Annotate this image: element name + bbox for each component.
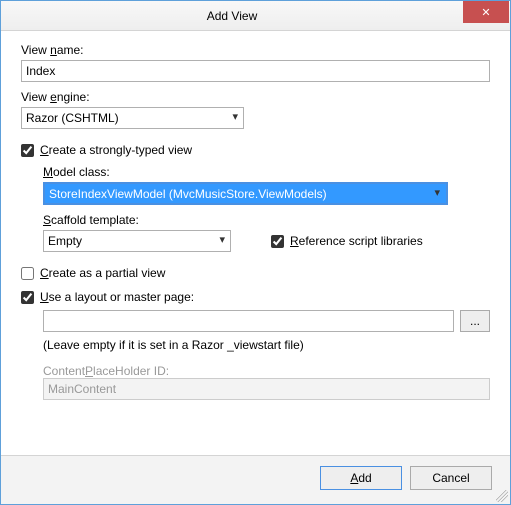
dialog-content: View name: View engine: Razor (CSHTML) C… [1, 31, 510, 455]
strongly-typed-checkbox[interactable] [21, 144, 34, 157]
model-class-select[interactable]: StoreIndexViewModel (MvcMusicStore.ViewM… [43, 182, 448, 205]
dialog-footer: Add Cancel [1, 455, 510, 504]
close-button[interactable]: ✕ [463, 1, 509, 23]
resize-grip[interactable] [496, 490, 508, 502]
cancel-button[interactable]: Cancel [410, 466, 492, 490]
cph-id-label: ContentPlaceHolder ID: [43, 364, 490, 378]
layout-path-input[interactable] [43, 310, 454, 332]
partial-view-row: Create as a partial view [21, 266, 490, 280]
view-name-label: View name: [21, 43, 490, 57]
use-layout-checkbox[interactable] [21, 291, 34, 304]
scaffold-template-select[interactable]: Empty [43, 230, 231, 252]
window-title: Add View [1, 9, 463, 23]
strongly-typed-label: Create a strongly-typed view [40, 143, 192, 157]
layout-hint: (Leave empty if it is set in a Razor _vi… [43, 338, 490, 352]
reference-scripts-label: Reference script libraries [290, 234, 423, 248]
add-button[interactable]: Add [320, 466, 402, 490]
reference-scripts-checkbox[interactable] [271, 235, 284, 248]
use-layout-label: Use a layout or master page: [40, 290, 194, 304]
use-layout-row: Use a layout or master page: [21, 290, 490, 304]
titlebar: Add View ✕ [1, 1, 510, 31]
partial-view-label: Create as a partial view [40, 266, 165, 280]
browse-layout-button[interactable]: ... [460, 310, 490, 332]
view-name-input[interactable] [21, 60, 490, 82]
cph-id-input [43, 378, 490, 400]
close-icon: ✕ [481, 6, 490, 19]
view-engine-label: View engine: [21, 90, 490, 104]
partial-view-checkbox[interactable] [21, 267, 34, 280]
strongly-typed-row: Create a strongly-typed view [21, 143, 490, 157]
model-class-label: Model class: [43, 165, 490, 179]
scaffold-template-label: Scaffold template: [43, 213, 490, 227]
view-engine-select[interactable]: Razor (CSHTML) [21, 107, 244, 129]
